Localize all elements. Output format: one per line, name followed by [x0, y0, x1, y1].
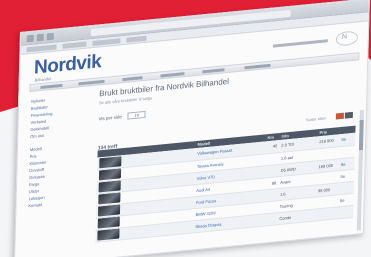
browser-window: Nordvik Bilhandel N Nyheter Bruktbiler F… — [13, 0, 370, 257]
grid-view-icon[interactable] — [344, 111, 353, 119]
toolbar-item[interactable] — [62, 41, 87, 49]
brand-emblem-icon: N — [335, 30, 359, 47]
scrollbar[interactable] — [356, 109, 364, 231]
site-logo[interactable]: Nordvik — [34, 51, 102, 80]
reload-icon[interactable] — [46, 32, 54, 41]
nav-item[interactable] — [122, 76, 143, 82]
sidebar: Nyheter Bruktbiler Finansiering Verksted… — [28, 92, 93, 209]
car-thumbnail[interactable] — [99, 155, 122, 169]
forward-icon[interactable] — [36, 33, 44, 42]
scrollbar-thumb[interactable] — [358, 119, 364, 151]
nav-item[interactable] — [40, 83, 63, 90]
car-price — [315, 206, 337, 220]
car-km — [263, 212, 277, 225]
nav-item[interactable] — [244, 63, 271, 70]
list-view-icon[interactable] — [335, 112, 344, 120]
sort-label[interactable]: Sorter etter — [306, 115, 326, 122]
toolbar-item[interactable] — [92, 38, 121, 47]
main-content: Brukt bruktbiler fra Nordvik Bilhandel S… — [95, 64, 357, 242]
results-table: Modell Km Info Pris Volkswagen Passat 45… — [95, 125, 356, 243]
car-info: Combi — [279, 214, 292, 221]
nav-item[interactable] — [78, 79, 105, 86]
nav-item[interactable] — [202, 68, 225, 74]
per-page-select[interactable]: 10 — [127, 110, 147, 120]
view-link[interactable] — [337, 205, 353, 219]
nav-item[interactable] — [160, 72, 185, 78]
top-links[interactable] — [272, 39, 328, 48]
toolbar-item[interactable] — [26, 44, 57, 53]
filter-label: Vis per side — [98, 114, 122, 122]
back-icon[interactable] — [26, 34, 34, 43]
toolbar-item[interactable] — [126, 35, 147, 43]
car-thumbnail[interactable] — [97, 228, 120, 241]
